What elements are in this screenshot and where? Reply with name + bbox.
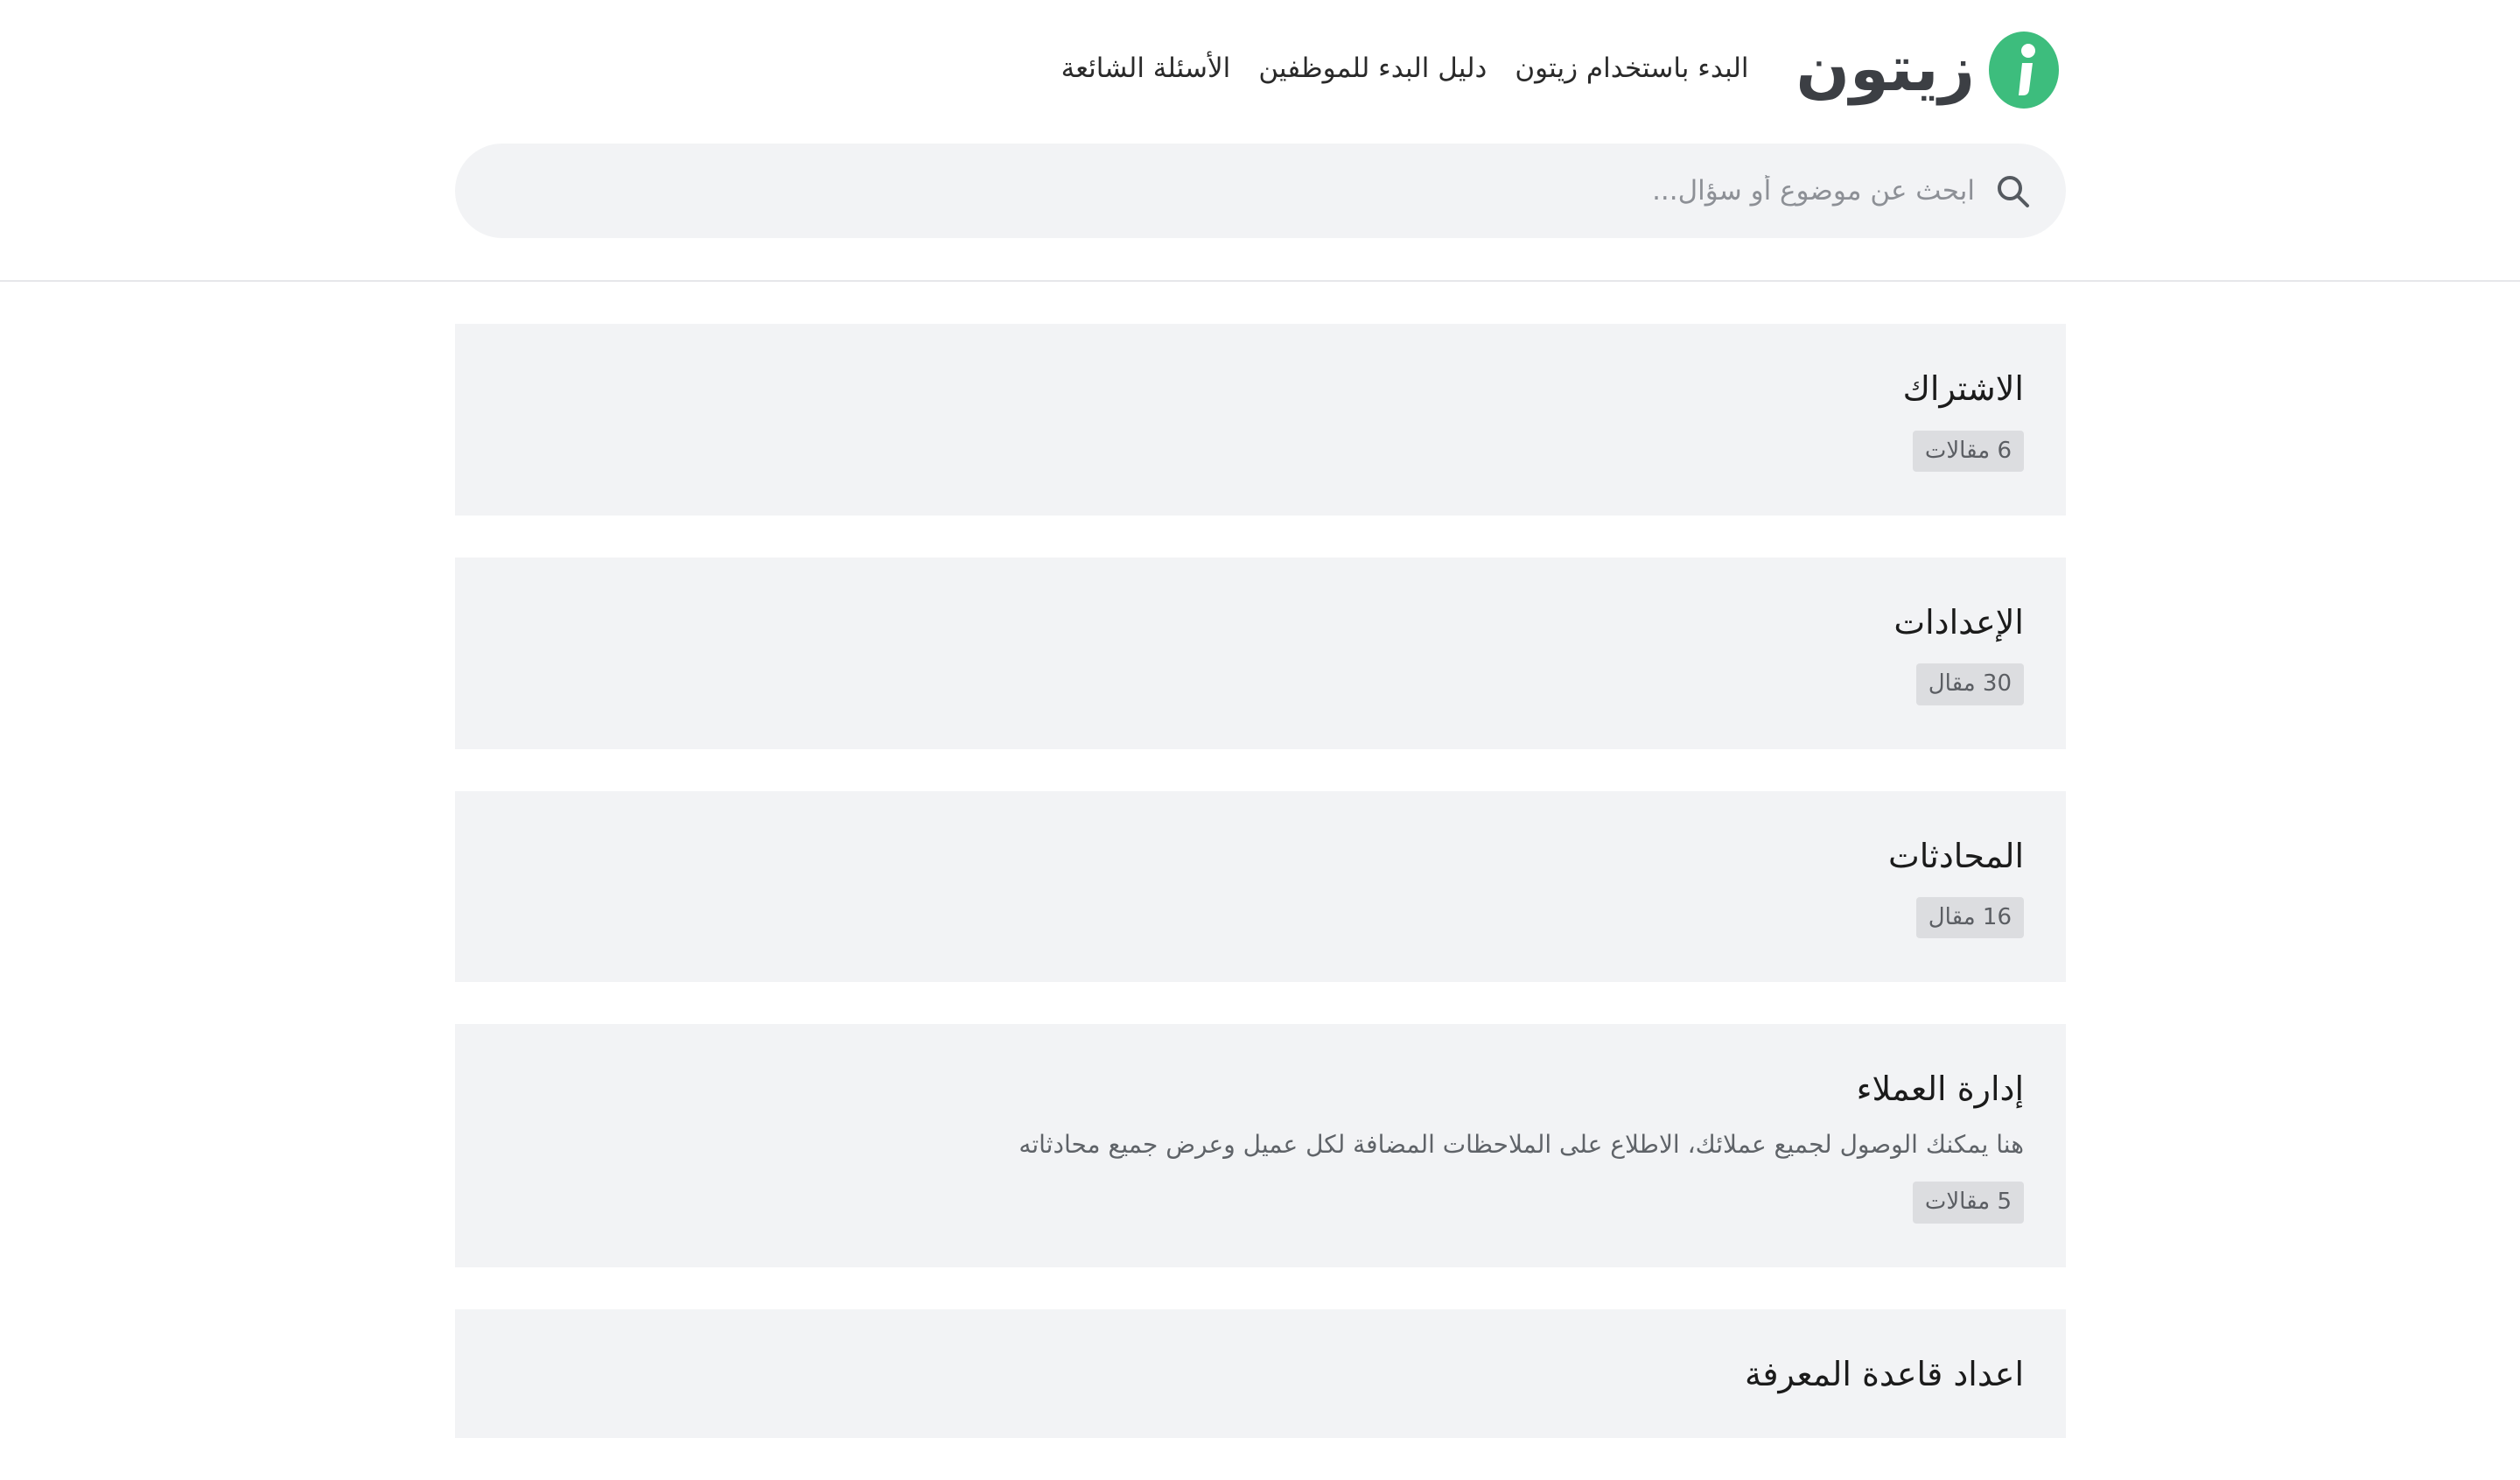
search-icon[interactable] <box>1994 172 2031 209</box>
category-description: هنا يمكنك الوصول لجميع عملائك، الاطلاع ع… <box>1018 1129 2024 1159</box>
nav-link-employee-guide[interactable]: دليل البدء للموظفين <box>1258 53 1487 84</box>
top-bar: زيتون البدء باستخدام زيتون دليل البدء لل… <box>1061 25 2061 112</box>
category-card-customer-management[interactable]: إدارة العملاء هنا يمكنك الوصول لجميع عمل… <box>455 1024 2066 1267</box>
zaytoon-logo-icon <box>1989 32 2059 109</box>
category-card-settings[interactable]: الإعدادات 30 مقال <box>455 557 2066 749</box>
search-input[interactable] <box>577 165 1977 217</box>
category-card-subscription[interactable]: الاشتراك 6 مقالات <box>455 324 2066 516</box>
category-title: الإعدادات <box>1894 602 2024 642</box>
category-title: الاشتراك <box>1902 369 2024 408</box>
category-card-knowledge-base-setup[interactable]: اعداد قاعدة المعرفة <box>455 1308 2066 1439</box>
category-list: الاشتراك 6 مقالات الإعدادات 30 مقال المح… <box>455 324 2066 1480</box>
nav-link-getting-started[interactable]: البدء باستخدام زيتون <box>1515 53 1748 84</box>
brand-logo-link[interactable]: زيتون <box>1796 27 2061 109</box>
category-card-conversations[interactable]: المحادثات 16 مقال <box>455 790 2066 983</box>
article-count-badge: 30 مقال <box>1915 663 2024 705</box>
category-title: المحادثات <box>1887 836 2024 875</box>
main-nav: البدء باستخدام زيتون دليل البدء للموظفين… <box>1061 53 1749 84</box>
category-title: اعداد قاعدة المعرفة <box>1744 1354 2024 1393</box>
nav-link-faq[interactable]: الأسئلة الشائعة <box>1061 53 1231 84</box>
search-bar <box>455 144 2066 238</box>
article-count-badge: 6 مقالات <box>1912 430 2024 472</box>
brand-name: زيتون <box>1796 32 1976 105</box>
site-header: زيتون البدء باستخدام زيتون دليل البدء لل… <box>0 0 2520 282</box>
category-title: إدارة العملاء <box>1856 1070 2024 1109</box>
article-count-badge: 16 مقال <box>1915 897 2024 939</box>
article-count-badge: 5 مقالات <box>1912 1182 2024 1224</box>
